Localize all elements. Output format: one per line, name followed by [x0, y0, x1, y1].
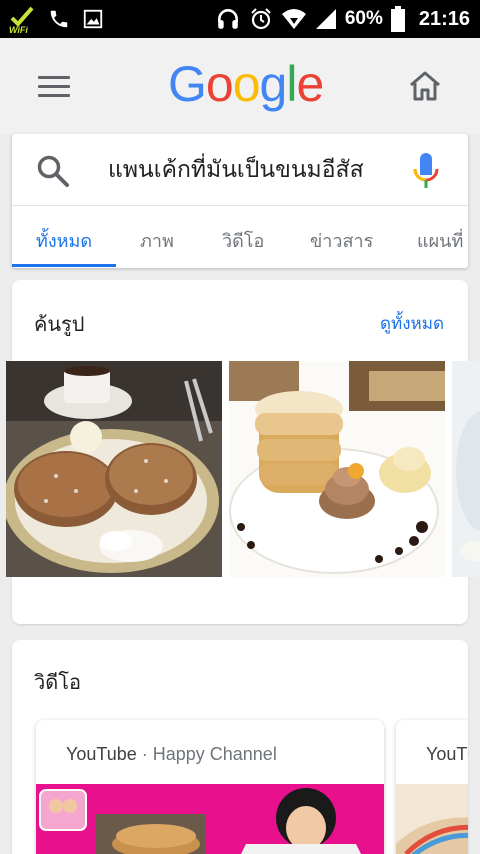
- logo-letter-G: G: [168, 56, 207, 112]
- battery-icon: [390, 6, 405, 32]
- app-header: Google: [0, 38, 480, 134]
- cell-signal-icon: [315, 9, 336, 29]
- alarm-icon: [251, 8, 271, 30]
- video-result-1[interactable]: YouTube · Happy Channel: [36, 720, 384, 854]
- wifi-signal-icon: [281, 9, 306, 29]
- tab-maps[interactable]: แผนที่: [417, 226, 463, 255]
- video-results-card: วิดีโอ YouTube · Happy Channel YouTube: [12, 640, 468, 854]
- microphone-icon[interactable]: [412, 152, 440, 190]
- tab-images[interactable]: ภาพ: [140, 226, 174, 255]
- pancakes-coffee-image: [6, 361, 222, 577]
- image-section-title: ค้นรูป: [34, 312, 85, 336]
- tab-news[interactable]: ข่าวสาร: [310, 226, 373, 255]
- search-row[interactable]: แพนเค้กที่มันเป็นขนมอีสัส: [12, 134, 468, 206]
- status-bar: WiFi 60% 21:16: [0, 0, 480, 38]
- search-input[interactable]: แพนเค้กที่มันเป็นขนมอีสัส: [108, 154, 364, 186]
- logo-letter-e: e: [296, 56, 324, 112]
- gallery-icon: [83, 9, 103, 29]
- logo-letter-o1: o: [205, 56, 234, 112]
- see-all-images-link[interactable]: ดูทั้งหมด: [380, 310, 444, 337]
- video-channel-1: Happy Channel: [152, 744, 277, 764]
- phone-icon: [50, 10, 68, 28]
- wifi-icon: WiFi: [9, 6, 34, 34]
- video-platform-2: YouTube: [426, 744, 468, 764]
- image-result-fluffy-pancakes[interactable]: [229, 361, 445, 577]
- headset-icon: [217, 9, 238, 29]
- search-icon[interactable]: [36, 154, 70, 188]
- image-results-card: ค้นรูป ดูทั้งหมด: [6, 280, 480, 624]
- wifi-label: WiFi: [9, 25, 28, 34]
- third-image-partial: [452, 361, 480, 577]
- tab-all[interactable]: ทั้งหมด: [36, 226, 92, 255]
- logo-letter-l: l: [286, 56, 297, 112]
- image-result-third[interactable]: [452, 361, 480, 577]
- search-tabs: ทั้งหมด ภาพ วิดีโอ ข่าวสาร แผนที่: [12, 206, 468, 268]
- video-thumbnail-2-image: [396, 784, 468, 854]
- google-logo[interactable]: Google: [168, 54, 324, 114]
- active-tab-indicator: [12, 264, 116, 267]
- video-source-1: YouTube · Happy Channel: [66, 744, 277, 765]
- video-thumbnail-2[interactable]: [396, 784, 468, 854]
- video-platform-1: YouTube: [66, 744, 137, 764]
- hamburger-menu-icon[interactable]: [38, 76, 70, 98]
- video-thumbnail-1-image: [36, 784, 384, 854]
- home-icon[interactable]: [408, 70, 442, 102]
- video-thumbnail-1[interactable]: [36, 784, 384, 854]
- clock: 21:16: [418, 7, 470, 30]
- status-bar-left: WiFi: [8, 4, 104, 34]
- tab-videos[interactable]: วิดีโอ: [222, 226, 264, 255]
- video-section-title: วิดีโอ: [34, 670, 81, 694]
- image-result-pancakes-coffee[interactable]: [6, 361, 222, 577]
- search-box: แพนเค้กที่มันเป็นขนมอีสัส ทั้งหมด ภาพ วิ…: [12, 134, 468, 268]
- logo-letter-o2: o: [232, 56, 261, 112]
- status-bar-right: 60% 21:16: [215, 4, 470, 34]
- fluffy-pancakes-image: [229, 361, 445, 577]
- video-source-2: YouTube: [426, 744, 468, 765]
- logo-letter-g: g: [259, 56, 288, 112]
- battery-percentage: 60%: [344, 8, 383, 29]
- video-separator-1: ·: [136, 744, 153, 764]
- video-result-2[interactable]: YouTube: [396, 720, 468, 854]
